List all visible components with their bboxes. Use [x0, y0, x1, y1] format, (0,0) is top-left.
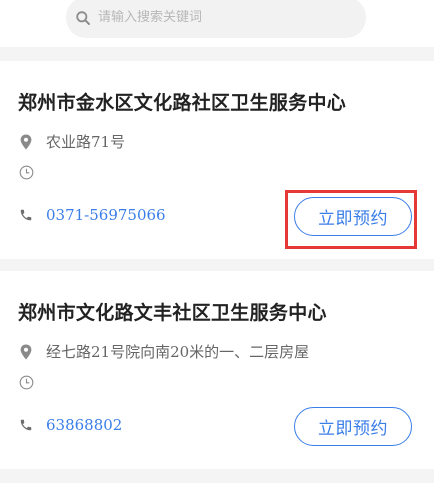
- book-now-button[interactable]: 立即预约: [294, 407, 412, 446]
- book-now-button[interactable]: 立即预约: [294, 197, 412, 236]
- center-phone-link[interactable]: 63868802: [46, 416, 122, 434]
- clock-icon: [18, 374, 34, 390]
- center-address: 经七路21号院向南20米的一、二层房屋: [46, 343, 310, 361]
- phone-row: 0371-56975066: [18, 206, 166, 224]
- search-icon: [75, 10, 91, 26]
- center-address: 农业路71号: [46, 133, 126, 151]
- next-card-edge: [0, 483, 434, 496]
- address-row: 经七路21号院向南20米的一、二层房屋: [18, 341, 309, 362]
- address-row: 农业路71号: [18, 131, 125, 152]
- service-center-card[interactable]: 郑州市金水区文化路社区卫生服务中心 农业路71号 0371-56975066 立…: [0, 61, 434, 259]
- clock-icon: [18, 164, 34, 180]
- location-pin-icon: [18, 344, 34, 360]
- search-box[interactable]: [66, 0, 366, 38]
- search-input[interactable]: [98, 10, 338, 25]
- center-phone-link[interactable]: 0371-56975066: [46, 206, 166, 224]
- center-name: 郑州市文化路文丰社区卫生服务中心: [18, 302, 327, 324]
- hours-row: [18, 164, 46, 180]
- service-center-card[interactable]: 郑州市文化路文丰社区卫生服务中心 经七路21号院向南20米的一、二层房屋 638…: [0, 271, 434, 469]
- hours-row: [18, 374, 46, 390]
- phone-row: 63868802: [18, 416, 122, 434]
- location-pin-icon: [18, 134, 34, 150]
- phone-icon: [18, 207, 34, 223]
- search-bar-area: [0, 0, 434, 47]
- phone-icon: [18, 417, 34, 433]
- center-name: 郑州市金水区文化路社区卫生服务中心: [18, 92, 347, 114]
